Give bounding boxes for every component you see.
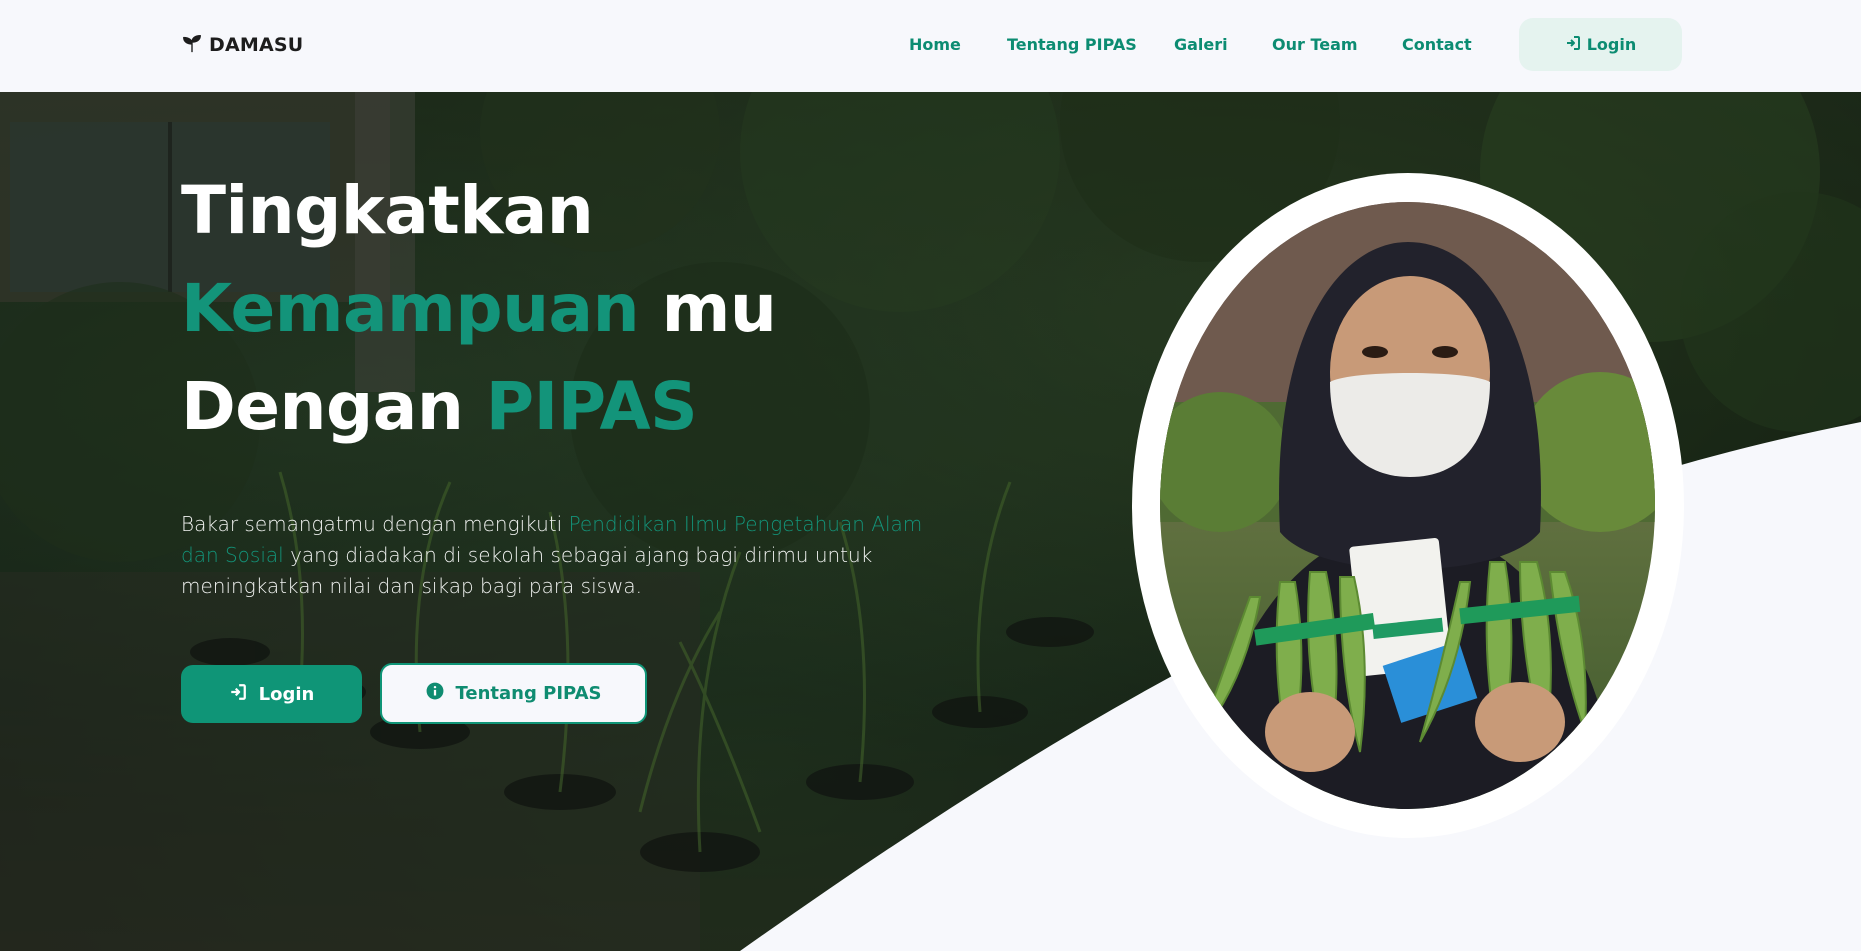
navbar: DAMASU Home Tentang PIPAS Galeri Our Tea…: [0, 0, 1861, 92]
nav-contact[interactable]: Contact: [1402, 31, 1472, 59]
hero-desc-after: yang diadakan di sekolah sebagai ajang b…: [181, 543, 873, 598]
nav-tentang-pipas[interactable]: Tentang PIPAS: [1007, 31, 1137, 59]
sign-in-icon: [1565, 35, 1581, 55]
hero-title-mu: mu: [639, 270, 777, 347]
nav-login-label: Login: [1586, 35, 1637, 54]
hero-title-accent-kemampuan: Kemampuan: [181, 270, 640, 347]
hero-tentang-pipas-label: Tentang PIPAS: [455, 683, 602, 704]
hero-desc-before: Bakar semangatmu dengan mengikuti: [181, 512, 569, 536]
hero-title-dengan: Dengan: [181, 368, 486, 445]
hero-description: Bakar semangatmu dengan mengikuti Pendid…: [181, 509, 941, 602]
nav-home[interactable]: Home: [909, 31, 961, 59]
hero-title-accent-pipas: PIPAS: [485, 368, 698, 445]
hero-title-line1: Tingkatkan: [181, 172, 594, 249]
hero-login-button[interactable]: Login: [181, 665, 362, 723]
sign-in-icon: [229, 683, 247, 706]
info-circle-icon: [426, 682, 444, 705]
nav-login-button[interactable]: Login: [1519, 18, 1682, 71]
nav-our-team[interactable]: Our Team: [1272, 31, 1358, 59]
hero-login-label: Login: [258, 683, 315, 705]
student-portrait-image: [1160, 202, 1655, 809]
hero-section: Tingkatkan Kemampuan mu Dengan PIPAS Bak…: [0, 92, 1861, 951]
nav-galeri[interactable]: Galeri: [1174, 31, 1228, 59]
hero-tentang-pipas-button[interactable]: Tentang PIPAS: [380, 663, 647, 724]
hero-title: Tingkatkan Kemampuan mu Dengan PIPAS: [181, 162, 941, 456]
